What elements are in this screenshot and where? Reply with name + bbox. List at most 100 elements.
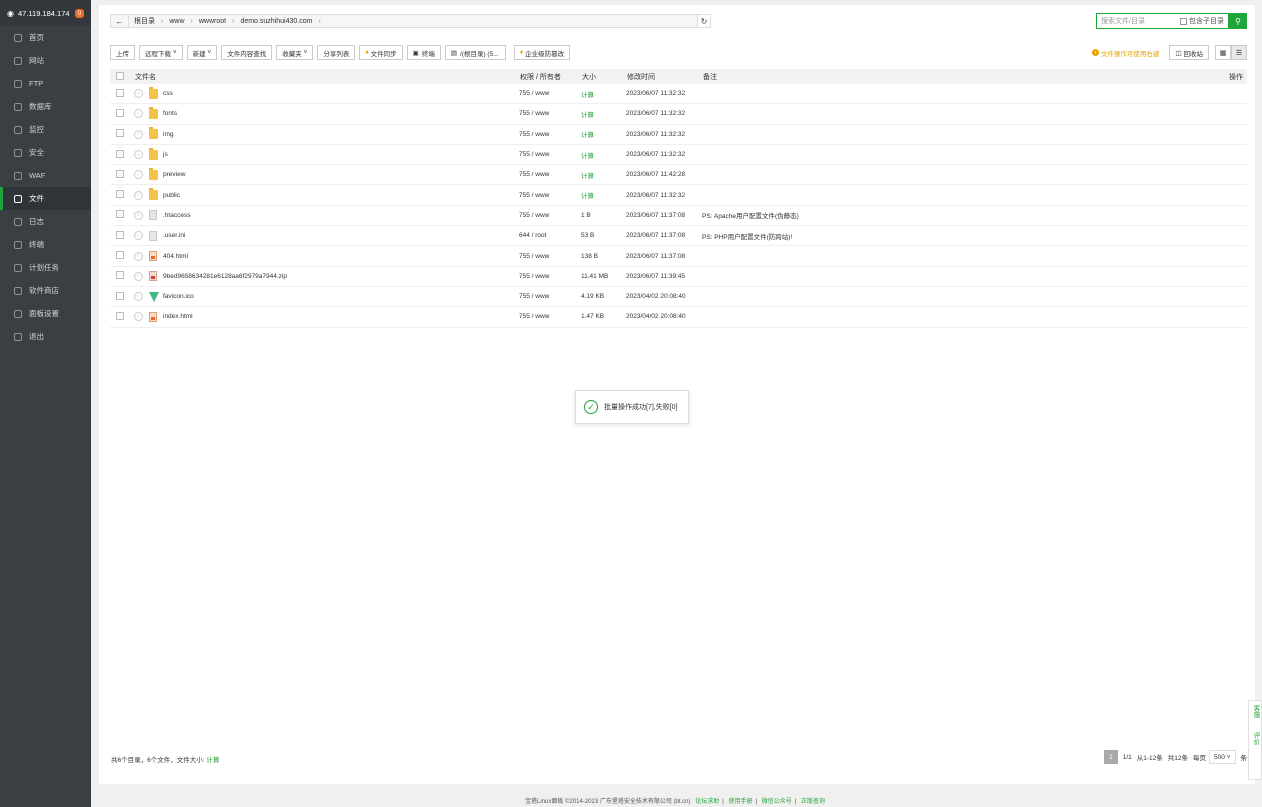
star-icon[interactable]: ☆ xyxy=(134,150,143,160)
customer-service-link[interactable]: 客服 xyxy=(1250,705,1260,718)
disk-button[interactable]: ▤/(根目录) (5... xyxy=(444,45,506,60)
file-perm[interactable]: 755 / www xyxy=(519,171,581,178)
file-sync-button[interactable]: ♦ 文件同步 xyxy=(359,45,403,60)
row-select[interactable] xyxy=(110,149,127,160)
sidebar-item-2[interactable]: FTP xyxy=(0,72,91,95)
sidebar-item-9[interactable]: 终端 xyxy=(0,233,91,256)
star-icon[interactable]: ☆ xyxy=(134,312,143,322)
recycle-bin-button[interactable]: ◫ 回收站 xyxy=(1169,45,1209,60)
file-perm[interactable]: 755 / www xyxy=(519,293,581,300)
upload-button[interactable]: 上传 xyxy=(110,45,135,60)
row-checkbox[interactable] xyxy=(116,190,124,199)
search-button[interactable]: ⚲ xyxy=(1229,13,1247,29)
remote-download-button[interactable]: 远程下载 ˅ xyxy=(139,45,183,60)
path-bar[interactable]: ← 根目录 › www › wwwroot › demo.suzhihui430.com › xyxy=(110,14,711,28)
sidebar-item-5[interactable]: 安全 xyxy=(0,141,91,164)
sidebar-item-1[interactable]: 网站 xyxy=(0,49,91,72)
row-select[interactable] xyxy=(110,251,127,261)
row-checkbox[interactable] xyxy=(116,210,124,219)
star-icon[interactable]: ☆ xyxy=(134,271,143,281)
star-icon[interactable]: ☆ xyxy=(134,89,143,99)
include-subdir-toggle[interactable]: 包含子目录 xyxy=(1180,16,1224,26)
star-icon[interactable]: ☆ xyxy=(134,170,143,180)
breadcrumb-item[interactable]: 根目录 xyxy=(134,16,155,26)
row-checkbox[interactable] xyxy=(116,291,124,300)
star-icon[interactable]: ☆ xyxy=(134,251,143,261)
file-size[interactable]: 计算 xyxy=(581,150,626,160)
row-select[interactable] xyxy=(110,291,127,302)
header-name[interactable]: 文件名 xyxy=(135,72,520,82)
file-perm[interactable]: 755 / www xyxy=(519,110,581,117)
file-name[interactable]: .user.ini xyxy=(163,232,519,239)
row-checkbox[interactable] xyxy=(116,251,124,260)
row-select[interactable] xyxy=(110,108,127,119)
breadcrumb-item[interactable]: demo.suzhihui430.com xyxy=(240,18,312,25)
file-name[interactable]: 404.html xyxy=(163,253,519,260)
table-row[interactable]: ☆ 404.html 755 / www 138 B 2023/06/07 11:37:… xyxy=(110,246,1247,267)
content-search-button[interactable]: 文件内容查找 xyxy=(221,45,273,60)
favorite-toggle[interactable]: ☆ xyxy=(134,170,146,180)
header-time[interactable]: 修改时间 xyxy=(627,72,703,82)
row-checkbox[interactable] xyxy=(116,271,124,280)
list-view-button[interactable]: ☰ xyxy=(1231,45,1247,60)
breadcrumb-item[interactable]: www xyxy=(169,18,184,25)
file-perm[interactable]: 755 / www xyxy=(519,90,581,97)
row-select[interactable] xyxy=(110,210,127,220)
file-name[interactable]: css xyxy=(163,90,519,97)
search-input[interactable]: 搜索文件/目录 xyxy=(1097,16,1180,26)
row-select[interactable] xyxy=(110,129,127,139)
favorite-toggle[interactable]: ☆ xyxy=(134,231,146,241)
star-icon[interactable]: ☆ xyxy=(134,210,143,220)
file-name[interactable]: favicon.ico xyxy=(163,293,519,300)
file-perm[interactable]: 755 / www xyxy=(519,273,581,280)
summary-calc-link[interactable]: 计算 xyxy=(206,757,219,764)
select-all[interactable] xyxy=(110,71,127,82)
file-size[interactable]: 计算 xyxy=(581,129,626,139)
table-row[interactable]: ☆ preview 755 / www 计算 2023/06/07 11:42:28 xyxy=(110,165,1247,186)
favorites-button[interactable]: 收藏夹 ˅ xyxy=(276,45,314,60)
favorite-toggle[interactable]: ☆ xyxy=(134,190,146,200)
new-button[interactable]: 新建 ˅ xyxy=(186,45,218,60)
sidebar-item-11[interactable]: 软件商店 xyxy=(0,279,91,302)
table-row[interactable]: ☆ .htaccess 755 / www 1 B 2023/06/07 11:37:0… xyxy=(110,206,1247,227)
file-size[interactable]: 计算 xyxy=(581,170,626,180)
favorite-toggle[interactable]: ☆ xyxy=(134,271,146,281)
sidebar-item-4[interactable]: 监控 xyxy=(0,118,91,141)
page-current[interactable]: 1 xyxy=(1104,750,1118,764)
terminal-button[interactable]: ▣ 终端 xyxy=(406,45,441,60)
review-link[interactable]: 评价 xyxy=(1250,732,1260,745)
row-select[interactable] xyxy=(110,311,127,322)
tamper-protect-button[interactable]: ♦ 企业级防篡改 xyxy=(513,45,571,60)
per-page-select[interactable]: 500 ˅ xyxy=(1209,750,1236,764)
table-row[interactable]: ☆ js 755 / www 计算 2023/06/07 11:32:32 xyxy=(110,145,1247,166)
row-select[interactable] xyxy=(110,169,127,180)
notification-badge[interactable]: 0 xyxy=(74,8,85,18)
genuine-link[interactable]: 正版查询 xyxy=(801,799,825,805)
star-icon[interactable]: ☆ xyxy=(134,292,143,302)
star-icon[interactable]: ☆ xyxy=(134,129,143,139)
grid-view-button[interactable]: ▦ xyxy=(1215,45,1231,60)
share-list-button[interactable]: 分享列表 xyxy=(317,45,356,60)
refresh-button[interactable]: ↻ xyxy=(697,14,711,28)
favorite-toggle[interactable]: ☆ xyxy=(134,89,146,99)
sidebar-item-7[interactable]: 文件 xyxy=(0,187,91,210)
file-perm[interactable]: 644 / root xyxy=(519,232,581,239)
sidebar-item-12[interactable]: 面板设置 xyxy=(0,302,91,325)
file-note[interactable]: PS: Apache用户配置文件(伪静态) xyxy=(702,210,1207,220)
file-name[interactable]: fonts xyxy=(163,110,519,117)
sidebar-item-6[interactable]: WAF xyxy=(0,164,91,187)
row-select[interactable] xyxy=(110,190,127,200)
row-checkbox[interactable] xyxy=(116,230,124,239)
file-name[interactable]: .htaccess xyxy=(163,212,519,219)
file-name[interactable]: js xyxy=(163,151,519,158)
favorite-toggle[interactable]: ☆ xyxy=(134,129,146,139)
star-icon[interactable]: ☆ xyxy=(134,190,143,200)
file-name[interactable]: public xyxy=(163,192,519,199)
file-size[interactable]: 计算 xyxy=(581,190,626,200)
row-checkbox[interactable] xyxy=(116,108,124,117)
table-row[interactable]: ☆ img 755 / www 计算 2023/06/07 11:32:32 xyxy=(110,125,1247,145)
favorite-toggle[interactable]: ☆ xyxy=(134,210,146,220)
sidebar-item-8[interactable]: 日志 xyxy=(0,210,91,233)
file-note[interactable]: PS: PHP用户配置文件(防跨站)! xyxy=(702,231,1207,241)
file-size[interactable]: 计算 xyxy=(581,89,626,99)
